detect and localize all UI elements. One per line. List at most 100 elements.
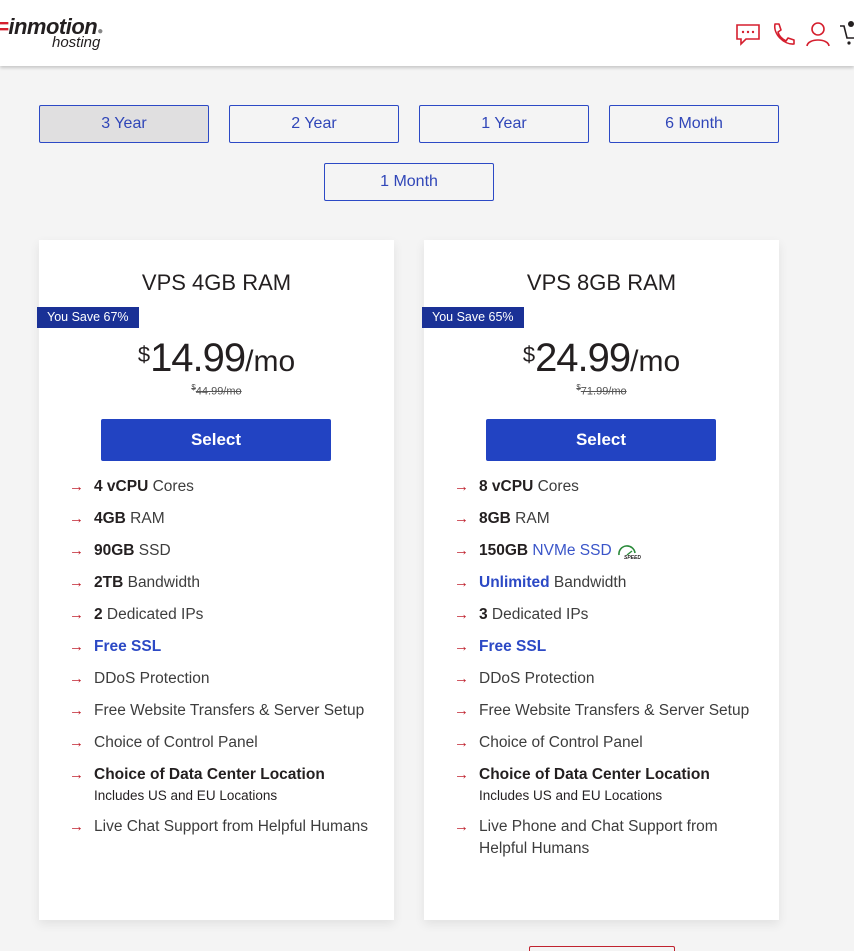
- plan-card-vps-8gb: VPS 8GB RAM You Save 65% $24.99/mo $71.9…: [422, 240, 779, 920]
- arrow-right-icon: →: [69, 606, 84, 623]
- feature-bold: 2TB: [94, 574, 124, 591]
- feature-item: → 4GB RAM: [69, 508, 369, 530]
- arrow-right-icon: →: [454, 510, 469, 527]
- inmotion-logo[interactable]: =inmotion● hosting: [0, 14, 126, 56]
- feature-list: → 8 vCPU Cores → 8GB RAM → 150GB NVMe SSD SPEE…: [454, 476, 754, 870]
- plan-price: $14.99/mo: [39, 336, 394, 381]
- feature-text: RAM: [510, 510, 550, 527]
- feature-bold: 8 vCPU: [479, 478, 534, 495]
- arrow-right-icon: →: [454, 766, 469, 783]
- feature-item: → 4 vCPU Cores: [69, 476, 369, 498]
- feature-item: → Choice of Data Center Location Includes …: [69, 764, 369, 806]
- feature-text: DDoS Protection: [94, 670, 210, 687]
- feature-item: → Choice of Control Panel: [454, 732, 754, 754]
- speed-icon: SPEED: [616, 542, 642, 561]
- feature-bold: 3: [479, 606, 488, 623]
- feature-item: → Free Website Transfers & Server Setup: [69, 700, 369, 722]
- phone-icon[interactable]: [769, 20, 797, 48]
- save-badge: You Save 65%: [422, 307, 524, 328]
- plan-title: VPS 8GB RAM: [526, 270, 677, 295]
- logo-sub-text: hosting: [52, 34, 101, 51]
- feature-text: Live Phone and Chat Support from Helpful…: [479, 818, 718, 857]
- feature-item: → Live Phone and Chat Support from Helpfu…: [454, 816, 754, 860]
- feature-item: → Unlimited Bandwidth: [454, 572, 754, 594]
- select-button[interactable]: Select: [486, 419, 716, 461]
- plan-title: VPS 4GB RAM: [141, 270, 292, 295]
- feature-item: → 3 Dedicated IPs: [454, 604, 754, 626]
- term-2-year-button[interactable]: 2 Year: [229, 105, 399, 143]
- feature-blue: Free SSL: [479, 638, 547, 655]
- feature-list: → 4 vCPU Cores → 4GB RAM → 90GB SSD → 2TB Bandw…: [69, 476, 369, 848]
- cart-icon[interactable]: [838, 20, 854, 48]
- feature-item: → 8GB RAM: [454, 508, 754, 530]
- arrow-right-icon: →: [454, 702, 469, 719]
- feature-item: → 90GB SSD: [69, 540, 369, 562]
- feature-item: → Free Website Transfers & Server Setup: [454, 700, 754, 722]
- feature-item: → 2TB Bandwidth: [69, 572, 369, 594]
- arrow-right-icon: →: [69, 574, 84, 591]
- arrow-right-icon: →: [454, 734, 469, 751]
- arrow-right-icon: →: [69, 510, 84, 527]
- feature-text: DDoS Protection: [479, 670, 595, 687]
- chat-icon[interactable]: [734, 20, 762, 48]
- arrow-right-icon: →: [454, 638, 469, 655]
- arrow-right-icon: →: [69, 702, 84, 719]
- term-1-year-button[interactable]: 1 Year: [419, 105, 589, 143]
- feature-text: RAM: [125, 510, 165, 527]
- feature-sub: Includes US and EU Locations: [94, 788, 278, 803]
- feature-item: → Free SSL: [454, 636, 754, 658]
- term-1-month-button[interactable]: 1 Month: [324, 163, 494, 201]
- select-button[interactable]: Select: [101, 419, 331, 461]
- feature-blue-plain: NVMe SSD: [528, 542, 612, 559]
- feature-bold: 2: [94, 606, 103, 623]
- feature-text: Cores: [148, 478, 194, 495]
- feature-bold: 8GB: [479, 510, 511, 527]
- arrow-right-icon: →: [69, 766, 84, 783]
- feature-text: Bandwidth: [549, 574, 627, 591]
- feature-text: Dedicated IPs: [102, 606, 204, 623]
- feature-item: → Choice of Data Center Location Includes …: [454, 764, 754, 806]
- site-header: =inmotion● hosting: [0, 0, 854, 66]
- feature-blue: Unlimited: [479, 574, 550, 591]
- term-3-year-button[interactable]: 3 Year: [39, 105, 209, 143]
- feature-item: → 8 vCPU Cores: [454, 476, 754, 498]
- feature-item: → 150GB NVMe SSD SPEED: [454, 540, 754, 562]
- svg-text:SPEED: SPEED: [624, 555, 641, 560]
- arrow-right-icon: →: [454, 574, 469, 591]
- feature-item: → 2 Dedicated IPs: [69, 604, 369, 626]
- feature-item: → Free SSL: [69, 636, 369, 658]
- arrow-right-icon: →: [69, 734, 84, 751]
- price-period: /mo: [630, 345, 681, 378]
- arrow-right-icon: →: [69, 478, 84, 495]
- feature-text: Cores: [533, 478, 579, 495]
- save-badge: You Save 67%: [37, 307, 139, 328]
- arrow-right-icon: →: [454, 818, 469, 835]
- arrow-right-icon: →: [454, 542, 469, 559]
- arrow-right-icon: →: [454, 670, 469, 687]
- feature-bold: 4 vCPU: [94, 478, 149, 495]
- arrow-right-icon: →: [69, 542, 84, 559]
- feature-text: Bandwidth: [123, 574, 200, 591]
- plan-card-vps-4gb: VPS 4GB RAM You Save 67% $14.99/mo $44.9…: [37, 240, 394, 920]
- feature-bold: Choice of Data Center Location: [479, 766, 710, 783]
- plan-price: $24.99/mo: [424, 336, 779, 381]
- term-6-month-button[interactable]: 6 Month: [609, 105, 779, 143]
- feature-bold: 4GB: [94, 510, 126, 527]
- feature-item: → Choice of Control Panel: [69, 732, 369, 754]
- feature-text: Free Website Transfers & Server Setup: [94, 702, 365, 719]
- feature-bold: 90GB: [94, 542, 135, 559]
- feature-text: Choice of Control Panel: [94, 734, 258, 751]
- feature-item: → Live Chat Support from Helpful Humans: [69, 816, 369, 838]
- feature-bold: 150GB: [479, 542, 529, 559]
- feature-text: Free Website Transfers & Server Setup: [479, 702, 750, 719]
- feature-sub: Includes US and EU Locations: [479, 788, 663, 803]
- user-icon[interactable]: [804, 20, 832, 48]
- arrow-right-icon: →: [69, 638, 84, 655]
- price-period: /mo: [245, 345, 296, 378]
- feature-item: → DDoS Protection: [454, 668, 754, 690]
- bottom-outline-button[interactable]: [529, 946, 675, 951]
- old-price: $71.99/mo: [576, 383, 627, 398]
- price-amount: 14.99: [150, 336, 246, 380]
- price-currency: $: [522, 342, 536, 367]
- feature-item: → DDoS Protection: [69, 668, 369, 690]
